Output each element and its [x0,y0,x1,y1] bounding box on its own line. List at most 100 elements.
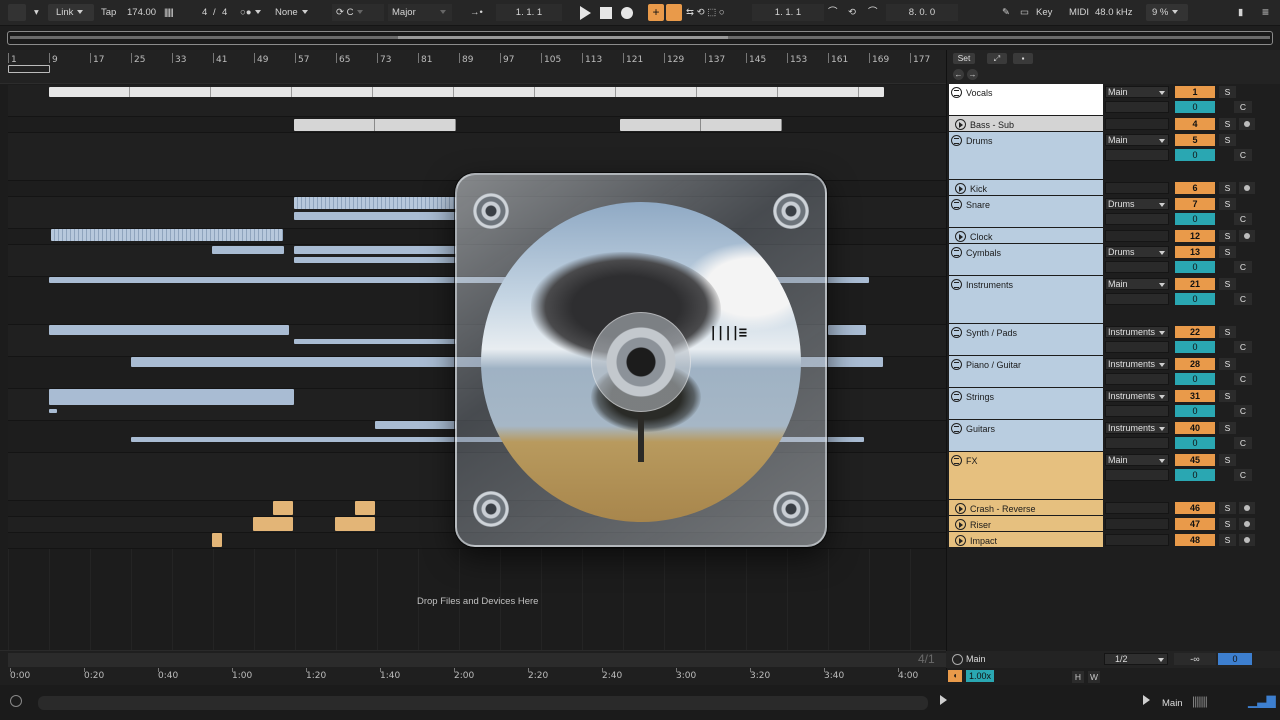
track-header[interactable]: Riser [949,516,1103,532]
tempo-follow-icon[interactable]: ◖ [948,670,962,682]
arrangement-position-field[interactable]: 1. 1. 1 [496,4,562,21]
mixer-track-row[interactable]: Instruments Main 21 S 0 C [949,276,1280,324]
key-map-button[interactable]: Key [1036,4,1052,21]
play-icon[interactable] [580,6,591,20]
menu-icon[interactable]: ▾ [34,4,39,21]
c-button[interactable]: C [1234,293,1252,305]
meter-numerator[interactable]: 4 [202,4,207,21]
scale-select[interactable]: Major [388,4,452,21]
automation-arm-button[interactable] [666,4,682,21]
track-header[interactable]: Drums [949,132,1103,180]
input-field[interactable] [1105,437,1169,449]
arrangement-clip[interactable] [294,246,456,254]
c-button[interactable]: C [1234,437,1252,449]
group-fold-icon[interactable] [951,135,962,146]
input-field[interactable] [1105,373,1169,385]
mixer-track-row[interactable]: Strings Instruments 31 S 0 C [949,388,1280,420]
track-lane[interactable] [8,117,946,133]
mixer-track-row[interactable]: Kick 6 S [949,180,1280,196]
record-icon[interactable] [621,7,633,19]
solo-button[interactable]: S [1219,278,1236,290]
lock-icon[interactable]: ▪ [1013,53,1033,64]
overdub-button[interactable]: + [648,4,664,21]
track-header[interactable]: Kick [949,180,1103,196]
capture-icons[interactable]: ⇆ ⟲ ⬚ ○ [686,4,725,21]
group-fold-icon[interactable] [951,423,962,434]
c-button[interactable]: C [1234,405,1252,417]
arrangement-clip[interactable] [49,389,294,405]
cpu-meter[interactable]: 9 % [1146,4,1188,21]
input-field[interactable] [1105,149,1169,161]
solo-button[interactable]: S [1219,358,1236,370]
solo-button[interactable]: S [1219,86,1236,98]
output-select[interactable]: Instruments [1105,358,1169,370]
send-value[interactable]: 0 [1175,213,1215,225]
set-button[interactable]: Set [953,53,975,64]
stop-icon[interactable] [600,7,612,19]
forward-arrow-icon[interactable]: → [967,69,978,80]
group-fold-icon[interactable] [951,247,962,258]
track-number-button[interactable]: 21 [1175,278,1215,290]
input-field[interactable] [1105,341,1169,353]
mixer-track-row[interactable]: Bass - Sub 4 S [949,116,1280,132]
solo-button[interactable]: S [1219,246,1236,258]
mixer-track-row[interactable]: FX Main 45 S 0 C [949,452,1280,500]
c-button[interactable]: C [1234,469,1252,481]
follow-icon[interactable]: ○● [240,4,262,21]
track-number-button[interactable]: 7 [1175,198,1215,210]
output-select[interactable] [1105,534,1169,546]
solo-button[interactable]: S [1219,390,1236,402]
track-number-button[interactable]: 4 [1175,118,1215,130]
punch-in-icon[interactable]: ⌒ [828,4,838,21]
arrangement-clip[interactable] [620,119,782,131]
send-value[interactable]: 0 [1175,261,1215,273]
arrangement-overview[interactable] [7,31,1273,45]
track-number-button[interactable]: 46 [1175,502,1215,514]
mixer-track-row[interactable]: Guitars Instruments 40 S 0 C [949,420,1280,452]
solo-button[interactable]: S [1219,534,1236,546]
output-select[interactable]: Main [1105,278,1169,290]
group-fold-icon[interactable] [951,279,962,290]
track-header[interactable]: Guitars [949,420,1103,452]
main-play-icon[interactable] [952,654,963,665]
menu-icon-right[interactable]: ≡ [1262,4,1269,21]
track-number-button[interactable]: 6 [1175,182,1215,194]
output-select[interactable]: Instruments [1105,422,1169,434]
record-arm-icon[interactable] [1239,502,1255,514]
solo-button[interactable]: S [1219,118,1236,130]
track-header[interactable]: Bass - Sub [949,116,1103,132]
c-button[interactable]: C [1234,101,1252,113]
track-number-button[interactable]: 31 [1175,390,1215,402]
arrangement-clip[interactable] [355,501,375,515]
w-button[interactable]: W [1088,671,1100,683]
group-fold-icon[interactable] [951,391,962,402]
mixer-track-row[interactable]: Snare Drums 7 S 0 C [949,196,1280,228]
track-header[interactable]: Strings [949,388,1103,420]
output-select[interactable]: Main [1105,134,1169,146]
output-select[interactable] [1105,502,1169,514]
back-arrow-icon[interactable]: ← [953,69,964,80]
solo-button[interactable]: S [1219,182,1236,194]
arrangement-clip[interactable] [212,246,284,254]
solo-button[interactable]: S [1219,422,1236,434]
send-value[interactable]: 0 [1175,373,1215,385]
track-play-icon[interactable] [955,519,966,530]
output-select[interactable] [1105,118,1169,130]
arrangement-clip[interactable] [294,119,456,131]
hd-icon[interactable]: ▮ [1238,4,1243,21]
solo-button[interactable]: S [1219,454,1236,466]
track-header[interactable]: Clock [949,228,1103,244]
view-toggle-button[interactable] [8,4,26,21]
main-send[interactable]: 0 [1218,653,1252,665]
record-arm-icon[interactable] [1239,182,1255,194]
mixer-track-row[interactable]: Piano / Guitar Instruments 28 S 0 C [949,356,1280,388]
solo-button[interactable]: S [1219,518,1236,530]
output-select[interactable]: Main [1105,86,1169,98]
track-play-icon[interactable] [955,535,966,546]
group-fold-icon[interactable] [951,199,962,210]
send-value[interactable]: 0 [1175,293,1215,305]
output-select[interactable]: Instruments [1105,390,1169,402]
midi-map-button[interactable]: MIDI [1069,4,1089,21]
time-scrub-area[interactable] [8,653,946,667]
main-track-row[interactable]: Main 1/2 -∞ 0 [946,651,1280,668]
